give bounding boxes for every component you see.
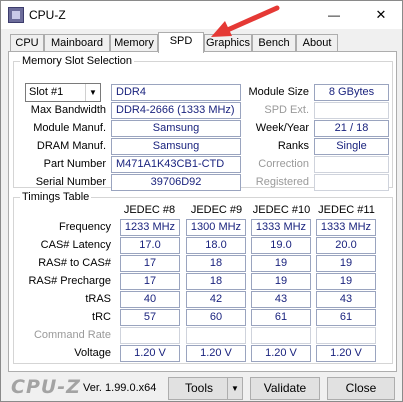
slot-select-value: Slot #1 bbox=[29, 86, 64, 98]
ranks-label: Ranks bbox=[277, 140, 309, 152]
week-year-label: Week/Year bbox=[255, 122, 309, 134]
timings-row-label: RAS# to CAS# bbox=[38, 257, 111, 269]
registered-label: Registered bbox=[255, 176, 309, 188]
minimize-button[interactable]: — bbox=[320, 5, 348, 25]
timings-cell: 18 bbox=[186, 273, 246, 290]
timings-cell: 17.0 bbox=[120, 237, 180, 254]
timings-cell: 19 bbox=[316, 255, 376, 272]
timings-cell: 43 bbox=[316, 291, 376, 308]
spd-ext-field bbox=[314, 102, 389, 119]
tools-dropdown-button[interactable]: ▼ bbox=[227, 377, 243, 400]
timings-cell: 61 bbox=[251, 309, 311, 326]
timings-table-title: Timings Table bbox=[20, 191, 92, 203]
timings-row-label: Voltage bbox=[74, 347, 111, 359]
timings-column-header: JEDEC #9 bbox=[190, 204, 243, 216]
serial-number-label: Serial Number bbox=[35, 176, 106, 188]
cpuz-window: CPU-Z — ✕ CPU Mainboard Memory SPD Graph… bbox=[0, 0, 403, 402]
spd-ext-label: SPD Ext. bbox=[264, 104, 309, 116]
serial-number-field: 39706D92 bbox=[111, 174, 241, 191]
timings-cell bbox=[251, 327, 311, 344]
timings-cell: 19 bbox=[251, 255, 311, 272]
cpuz-logo: CPU-Z bbox=[11, 376, 81, 398]
timings-row-label: tRC bbox=[92, 311, 111, 323]
timings-cell: 17 bbox=[120, 255, 180, 272]
close-button[interactable]: Close bbox=[327, 377, 395, 400]
tab-about[interactable]: About bbox=[296, 34, 338, 52]
timings-column-header: JEDEC #11 bbox=[318, 204, 375, 216]
timings-cell bbox=[186, 327, 246, 344]
timings-column-header: JEDEC #8 bbox=[123, 204, 176, 216]
timings-cell: 17 bbox=[120, 273, 180, 290]
timings-cell: 18.0 bbox=[186, 237, 246, 254]
timings-cell: 42 bbox=[186, 291, 246, 308]
timings-cell bbox=[316, 327, 376, 344]
timings-cell: 60 bbox=[186, 309, 246, 326]
max-bandwidth-field: DDR4-2666 (1333 MHz) bbox=[111, 102, 241, 119]
module-manuf-field: Samsung bbox=[111, 120, 241, 137]
timings-cell: 43 bbox=[251, 291, 311, 308]
spd-panel: Memory Slot Selection Slot #1 ▼ DDR4 Mod… bbox=[8, 51, 397, 372]
timings-row-label: tRAS bbox=[85, 293, 111, 305]
timings-cell: 1300 MHz bbox=[186, 219, 246, 236]
timings-cell: 1.20 V bbox=[251, 345, 311, 362]
tab-cpu[interactable]: CPU bbox=[10, 34, 44, 52]
registered-field bbox=[314, 174, 389, 191]
part-number-label: Part Number bbox=[43, 158, 106, 170]
tools-button[interactable]: Tools bbox=[168, 377, 230, 400]
timings-cell: 1.20 V bbox=[316, 345, 376, 362]
tab-mainboard[interactable]: Mainboard bbox=[44, 34, 110, 52]
timings-row-label: RAS# Precharge bbox=[28, 275, 111, 287]
part-number-field: M471A1K43CB1-CTD bbox=[111, 156, 241, 173]
cpuz-app-icon bbox=[8, 7, 24, 23]
timings-cell: 20.0 bbox=[316, 237, 376, 254]
chevron-down-icon: ▼ bbox=[85, 84, 100, 101]
timings-cell: 18 bbox=[186, 255, 246, 272]
correction-label: Correction bbox=[258, 158, 309, 170]
module-manuf-label: Module Manuf. bbox=[33, 122, 106, 134]
footer-bar: CPU-Z Ver. 1.99.0.x64 Tools ▼ Validate C… bbox=[1, 374, 402, 402]
chevron-down-icon: ▼ bbox=[231, 384, 239, 393]
timings-cell: 57 bbox=[120, 309, 180, 326]
max-bandwidth-label: Max Bandwidth bbox=[30, 104, 106, 116]
timings-cell: 40 bbox=[120, 291, 180, 308]
timings-row-label: Command Rate bbox=[33, 329, 111, 341]
timings-cell: 1333 MHz bbox=[316, 219, 376, 236]
week-year-field: 21 / 18 bbox=[314, 120, 389, 137]
slot-select[interactable]: Slot #1 ▼ bbox=[25, 83, 101, 102]
version-label: Ver. 1.99.0.x64 bbox=[83, 382, 157, 394]
dram-manuf-label: DRAM Manuf. bbox=[36, 140, 106, 152]
ranks-field: Single bbox=[314, 138, 389, 155]
module-size-label: Module Size bbox=[248, 86, 309, 98]
timings-cell: 1.20 V bbox=[120, 345, 180, 362]
memory-type-field: DDR4 bbox=[111, 84, 241, 101]
timings-cell: 61 bbox=[316, 309, 376, 326]
timings-cell: 1.20 V bbox=[186, 345, 246, 362]
timings-row-label: CAS# Latency bbox=[40, 239, 111, 251]
timings-cell: 1333 MHz bbox=[251, 219, 311, 236]
timings-cell: 19 bbox=[316, 273, 376, 290]
timings-cell: 19.0 bbox=[251, 237, 311, 254]
timings-column-header: JEDEC #10 bbox=[252, 204, 311, 216]
tab-spd[interactable]: SPD bbox=[158, 32, 204, 53]
correction-field bbox=[314, 156, 389, 173]
validate-button[interactable]: Validate bbox=[250, 377, 320, 400]
timings-cell: 1233 MHz bbox=[120, 219, 180, 236]
timings-cell bbox=[120, 327, 180, 344]
module-size-field: 8 GBytes bbox=[314, 84, 389, 101]
memory-slot-group-title: Memory Slot Selection bbox=[20, 55, 135, 67]
window-title: CPU-Z bbox=[29, 8, 66, 22]
close-window-button[interactable]: ✕ bbox=[367, 5, 395, 25]
timings-table-group: Timings Table JEDEC #8 JEDEC #9 JEDEC #1… bbox=[13, 191, 393, 364]
memory-slot-group: Memory Slot Selection Slot #1 ▼ DDR4 Mod… bbox=[13, 55, 393, 191]
timings-row-label: Frequency bbox=[59, 221, 111, 233]
dram-manuf-field: Samsung bbox=[111, 138, 241, 155]
tab-memory[interactable]: Memory bbox=[110, 34, 158, 52]
timings-cell: 19 bbox=[251, 273, 311, 290]
highlight-arrow-icon bbox=[211, 5, 280, 37]
